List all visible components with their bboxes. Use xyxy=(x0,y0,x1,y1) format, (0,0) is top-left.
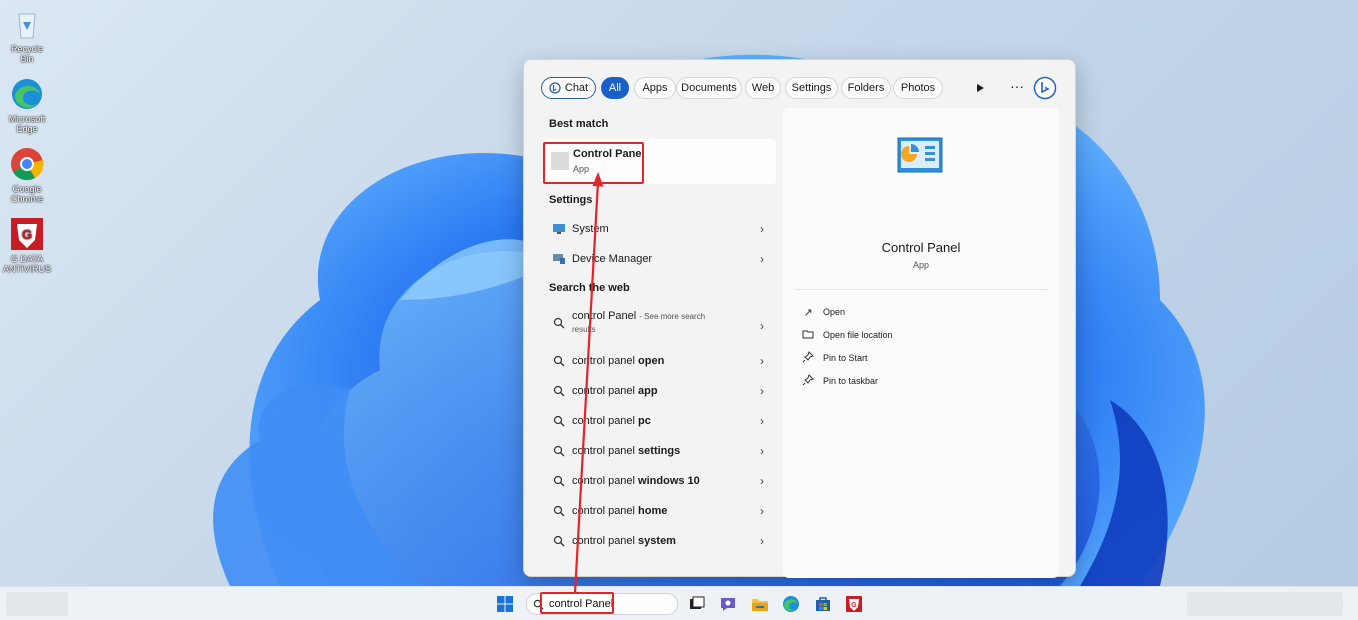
annotation-arrow xyxy=(573,172,604,594)
